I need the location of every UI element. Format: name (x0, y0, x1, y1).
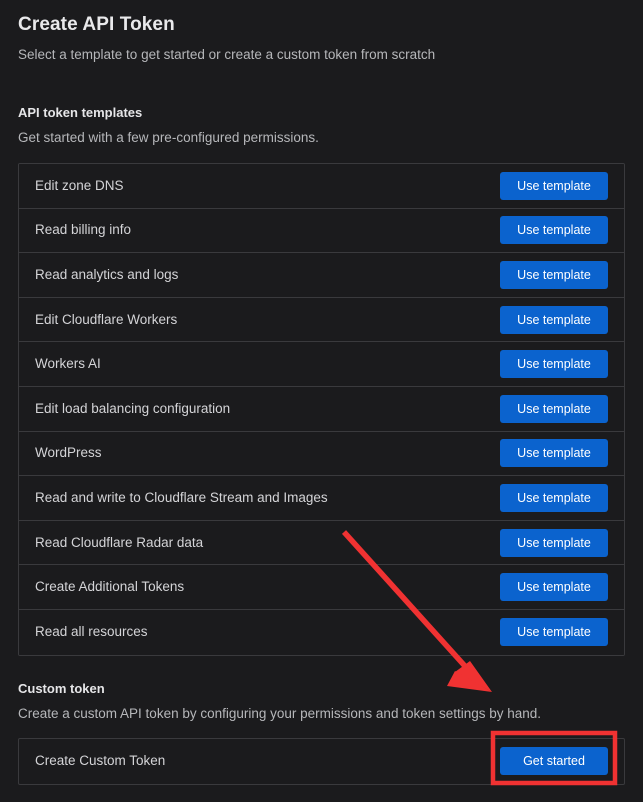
table-row: Read and write to Cloudflare Stream and … (19, 476, 624, 521)
api-token-templates-description: Get started with a few pre-configured pe… (18, 130, 319, 145)
use-template-button[interactable]: Use template (500, 618, 608, 647)
custom-token-section-header: Custom token Create a custom API token b… (18, 656, 625, 723)
use-template-button[interactable]: Use template (500, 305, 608, 334)
template-row-label: Edit zone DNS (35, 177, 124, 193)
table-row: Edit Cloudflare Workers Use template (19, 297, 624, 343)
get-started-button[interactable]: Get started (500, 747, 608, 776)
create-custom-token-label: Create Custom Token (35, 753, 166, 769)
template-row-label: Edit load balancing configuration (35, 400, 231, 416)
use-template-button[interactable]: Use template (500, 350, 608, 379)
table-row: Workers AI Use template (19, 342, 624, 387)
table-row: Create Additional Tokens Use template (19, 565, 624, 610)
api-token-templates-heading: API token templates (18, 105, 143, 120)
table-row: Edit load balancing configuration Use tem… (19, 386, 624, 432)
use-template-button[interactable]: Use template (500, 216, 608, 245)
create-api-token-page: Create API Token Select a template to ge… (0, 0, 643, 802)
use-template-button[interactable]: Use template (500, 171, 608, 200)
template-row-label: WordPress (35, 445, 102, 461)
use-template-button[interactable]: Use template (500, 528, 608, 557)
table-row: Read billing info Use template (19, 208, 624, 254)
table-row: Read Cloudflare Radar data Use template (19, 520, 624, 566)
table-row: Edit zone DNS Use template (19, 164, 624, 209)
template-row-label: Read billing info (35, 222, 132, 238)
use-template-button[interactable]: Use template (500, 573, 608, 602)
table-row: Read all resources Use template (19, 609, 624, 655)
template-row-label: Read and write to Cloudflare Stream and … (35, 489, 328, 505)
custom-token-heading: Custom token (18, 680, 105, 696)
template-row-label: Read analytics and logs (35, 266, 179, 282)
template-row-label: Read all resources (35, 624, 148, 640)
api-token-templates-section-header: API token templates Get started with a f… (18, 64, 625, 147)
use-template-button[interactable]: Use template (500, 483, 608, 512)
template-row-label: Create Additional Tokens (35, 579, 185, 595)
table-row: Read analytics and logs Use template (19, 253, 624, 298)
table-row: WordPress Use template (19, 431, 624, 477)
custom-token-description: Create a custom API token by configuring… (18, 705, 542, 721)
use-template-button[interactable]: Use template (500, 260, 608, 289)
page-subtitle: Select a template to get started or crea… (18, 47, 436, 62)
template-row-label: Read Cloudflare Radar data (35, 534, 204, 550)
template-row-label: Workers AI (35, 356, 101, 372)
api-token-template-list: Edit zone DNS Use template Read billing in… (18, 163, 625, 656)
use-template-button[interactable]: Use template (500, 394, 608, 423)
use-template-button[interactable]: Use template (500, 439, 608, 468)
create-custom-token-row: Create Custom Token Get started (18, 737, 625, 785)
template-row-label: Edit Cloudflare Workers (35, 311, 178, 327)
page-title: Create API Token (18, 14, 175, 35)
